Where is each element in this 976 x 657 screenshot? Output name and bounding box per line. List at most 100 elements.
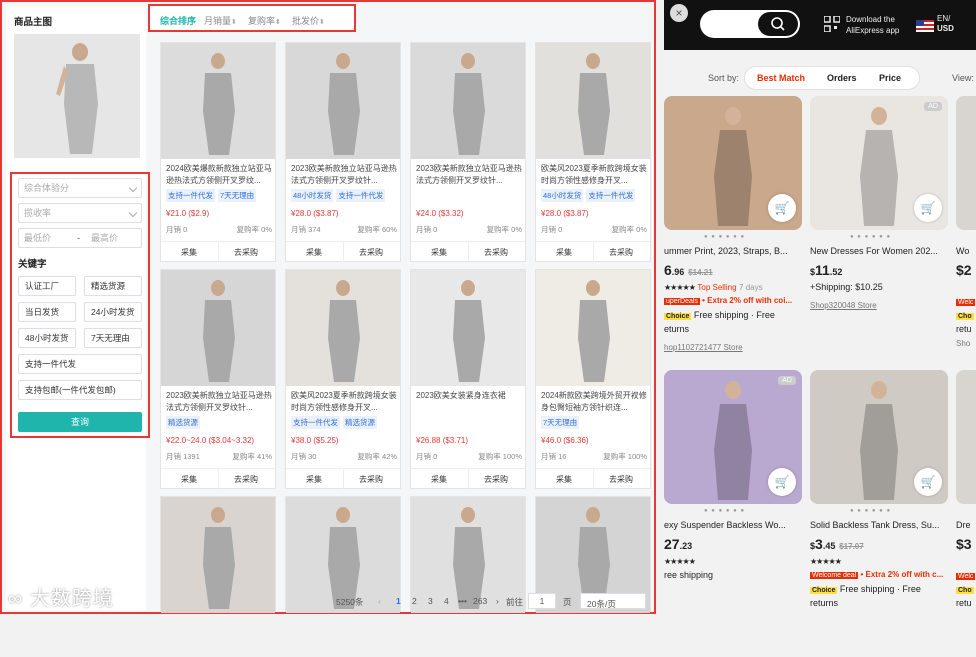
ae-product-title[interactable]: New Dresses For Women 202... (810, 246, 950, 256)
collect-button[interactable]: 采集 (556, 474, 572, 485)
collect-button[interactable]: 采集 (431, 247, 447, 258)
download-app-link[interactable]: Download the AliExpress app (846, 14, 899, 36)
prev-page-button[interactable]: ‹ (378, 596, 381, 606)
product-image[interactable] (161, 270, 275, 386)
next-page-button[interactable]: › (496, 596, 499, 606)
tag-certified-factory[interactable]: 认证工厂 (18, 276, 76, 296)
ae-product-card[interactable]: 🛒 ● ● ● ● ● ● ummer Print, 2023, Straps, B… (664, 96, 802, 352)
search-button[interactable]: 查询 (18, 412, 142, 432)
product-image[interactable] (286, 270, 400, 386)
page-size-select[interactable]: 20条/页 (580, 593, 646, 609)
sort-price[interactable]: Price (879, 73, 901, 83)
add-to-cart-icon[interactable]: 🛒 (768, 468, 796, 496)
product-card[interactable]: 2023欧美女装紧身连衣裙 ¥26.88 ($3.71) 月销 0 复购率 100% 采… (410, 269, 526, 489)
collect-button[interactable]: 采集 (181, 247, 197, 258)
product-title[interactable]: 2024新款欧美跨境外贸开衩修身包臀短袖方领针织连... (541, 390, 647, 414)
page-ellipsis[interactable]: ••• (458, 596, 467, 606)
collect-button[interactable]: 采集 (431, 474, 447, 485)
product-title[interactable]: 2023欧美新款独立站亚马逊热法式方领侧开叉罗纹针... (291, 163, 397, 187)
product-title[interactable]: 2023欧美新款独立站亚马逊热法式方领侧开叉罗纹针... (416, 163, 522, 187)
page-1[interactable]: 1 (396, 596, 401, 606)
product-image[interactable] (536, 270, 650, 386)
sort-repurchase-rate[interactable]: 复购率⬍ (248, 14, 281, 27)
product-title[interactable] (166, 617, 272, 641)
image-carousel-dots[interactable]: ● ● ● ● ● ● (704, 508, 745, 514)
ae-product-card-partial[interactable]: Wo $2 Welc Cho retu Sho (956, 96, 976, 346)
product-card[interactable]: 欧美风2023夏季新款跨境女装时尚方领性感修身开叉... 支持一件代发 精选货源 ¥3… (285, 269, 401, 489)
ae-product-card-partial[interactable]: Dre $3 Welc Cho retu (956, 370, 976, 620)
collect-button[interactable]: 采集 (306, 474, 322, 485)
sort-comprehensive[interactable]: 综合排序 (160, 14, 196, 27)
collect-button[interactable]: 采集 (181, 474, 197, 485)
product-card[interactable]: 2023欧美新款独立站亚马逊热法式方领侧开叉罗纹针... ¥24.0 ($3.32… (410, 42, 526, 262)
image-carousel-dots[interactable]: ● ● ● ● ● ● (850, 234, 891, 240)
ae-product-card[interactable]: 🛒 ● ● ● ● ● ● Solid Backless Tank Dress, S… (810, 370, 948, 620)
tag-dropship[interactable]: 支持一件代发 (18, 354, 142, 374)
ae-product-title[interactable]: exy Suspender Backless Wo... (664, 520, 804, 530)
ae-product-image[interactable] (956, 96, 976, 230)
image-carousel-dots[interactable]: ● ● ● ● ● ● (704, 234, 745, 240)
tag-selected-source[interactable]: 精选货源 (84, 276, 142, 296)
sort-wholesale-price[interactable]: 批发价⬍ (292, 14, 325, 27)
page-input[interactable]: 1 (528, 593, 556, 609)
add-to-cart-icon[interactable]: 🛒 (768, 194, 796, 222)
purchase-button[interactable]: 去采购 (609, 247, 633, 258)
store-name[interactable]: Sho (956, 339, 970, 346)
product-image[interactable] (411, 270, 525, 386)
product-title[interactable] (291, 617, 397, 641)
product-title[interactable]: 2024欧美爆款新款独立站亚马逊热法式方领侧开叉罗纹... (166, 163, 272, 187)
purchase-button[interactable]: 去采购 (609, 474, 633, 485)
product-title[interactable]: 2023欧美新款独立站亚马逊热法式方领侧开叉罗纹针... (166, 390, 272, 414)
product-card[interactable]: 2024欧美爆款新款独立站亚马逊热法式方领侧开叉罗纹... 支持一件代发 7天无理由… (160, 42, 276, 262)
product-title[interactable]: 欧美风2023夏季新款跨境女装时尚方领性感修身开叉... (291, 390, 397, 414)
product-card[interactable]: 2023欧美新款独立站亚马逊热法式方领侧开叉罗纹针... 精选货源 ¥22.0~24… (160, 269, 276, 489)
product-image[interactable] (286, 43, 400, 159)
experience-score-select[interactable]: 综合体验分 (18, 178, 142, 198)
price-min-input[interactable]: 最低价 (24, 229, 51, 247)
image-carousel-dots[interactable]: ● ● ● ● ● ● (850, 508, 891, 514)
product-title[interactable]: 欧美风2023夏季新款跨境女装时尚方领性感修身开叉... (541, 163, 647, 187)
product-title[interactable] (541, 617, 647, 641)
ae-product-image[interactable]: 🛒 (664, 96, 802, 230)
tag-free-shipping[interactable]: 支持包邮(一件代发包邮) (18, 380, 142, 400)
ae-product-card[interactable]: AD 🛒 ● ● ● ● ● ● exy Suspender Backless Wo.… (664, 370, 802, 620)
product-title[interactable] (416, 617, 522, 641)
product-image[interactable] (411, 43, 525, 159)
tag-7day-return[interactable]: 7天无理由 (84, 328, 142, 348)
ae-product-image[interactable]: AD 🛒 (810, 96, 948, 230)
collect-button[interactable]: 采集 (306, 247, 322, 258)
product-card[interactable]: 2023欧美新款独立站亚马逊热法式方领侧开叉罗纹针... 48小时发货 支持一件代发… (285, 42, 401, 262)
product-card[interactable]: 2024新款欧美跨境外贸开衩修身包臀短袖方领针织连... 7天无理由 ¥46.0 (… (535, 269, 651, 489)
store-link[interactable]: hop1102721477 Store (664, 342, 804, 352)
sort-monthly-sales[interactable]: 月销量⬍ (204, 14, 237, 27)
ae-product-image[interactable] (956, 370, 976, 504)
ae-product-image[interactable]: AD 🛒 (664, 370, 802, 504)
search-button[interactable] (758, 12, 798, 36)
page-3[interactable]: 3 (428, 596, 433, 606)
tag-48h-ship[interactable]: 48小时发货 (18, 328, 76, 348)
add-to-cart-icon[interactable]: 🛒 (914, 194, 942, 222)
purchase-button[interactable]: 去采购 (234, 474, 258, 485)
tag-24h-ship[interactable]: 24小时发货 (84, 302, 142, 322)
purchase-button[interactable]: 去采购 (359, 247, 383, 258)
product-card[interactable] (160, 496, 276, 613)
page-2[interactable]: 2 (412, 596, 417, 606)
product-image[interactable] (161, 43, 275, 159)
product-image[interactable] (536, 43, 650, 159)
sort-orders[interactable]: Orders (827, 73, 857, 83)
page-4[interactable]: 4 (444, 596, 449, 606)
sort-best-match[interactable]: Best Match (757, 73, 805, 83)
add-to-cart-icon[interactable]: 🛒 (914, 468, 942, 496)
pickup-rate-select[interactable]: 揽收率 (18, 203, 142, 223)
ae-product-image[interactable]: 🛒 (810, 370, 948, 504)
collect-button[interactable]: 采集 (556, 247, 572, 258)
ae-product-title[interactable]: Dre (956, 520, 976, 530)
store-link[interactable]: Shop320048 Store (810, 300, 950, 310)
ae-product-title[interactable]: Wo (956, 246, 976, 256)
purchase-button[interactable]: 去采购 (234, 247, 258, 258)
ae-product-card[interactable]: AD 🛒 ● ● ● ● ● ● New Dresses For Women 202.… (810, 96, 948, 346)
close-icon[interactable]: × (670, 4, 688, 22)
purchase-button[interactable]: 去采购 (359, 474, 383, 485)
tag-same-day-ship[interactable]: 当日发货 (18, 302, 76, 322)
ae-product-title[interactable]: Solid Backless Tank Dress, Su... (810, 520, 950, 530)
